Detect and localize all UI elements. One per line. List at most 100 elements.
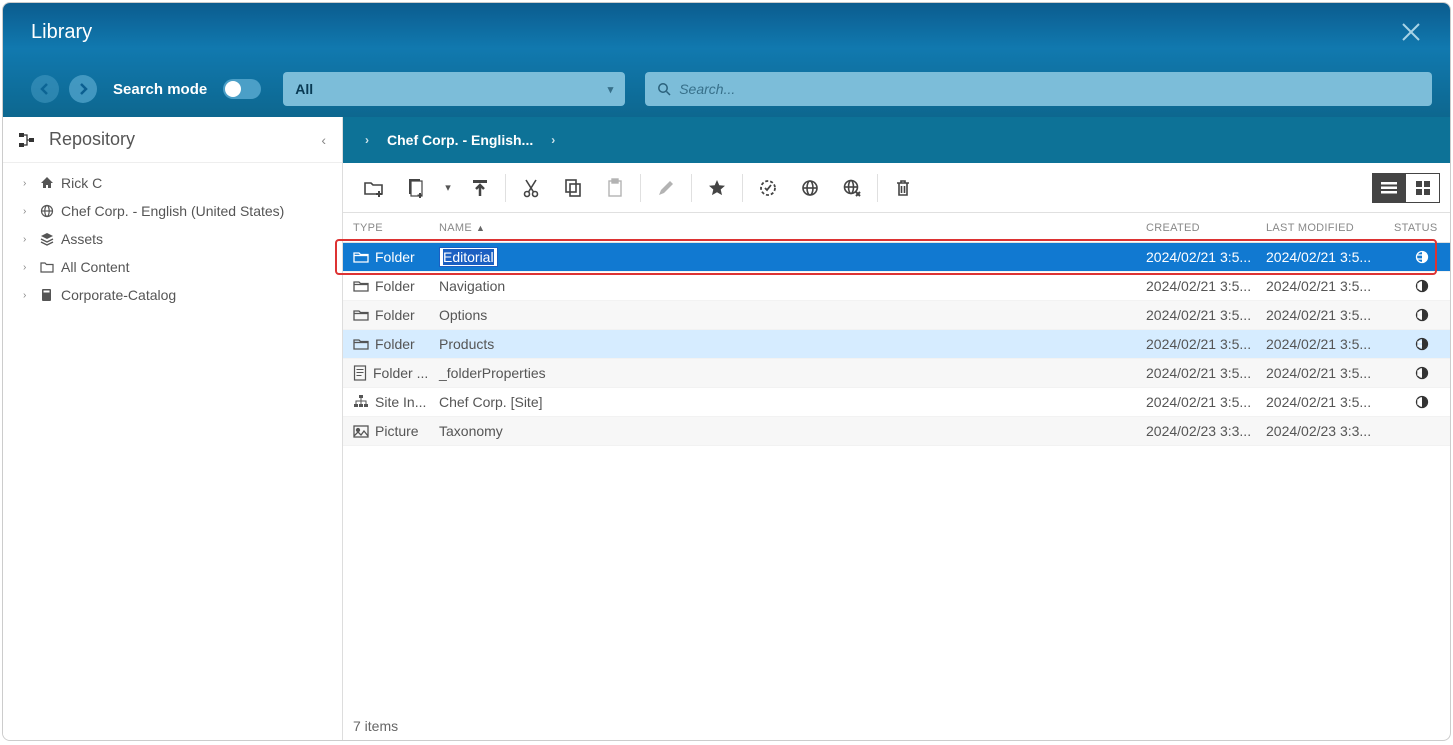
column-created[interactable]: CREATED — [1146, 222, 1266, 234]
approve-button[interactable] — [747, 170, 789, 206]
picture-icon — [353, 425, 369, 438]
publish-button[interactable] — [789, 170, 831, 206]
nav-forward-button[interactable] — [69, 75, 97, 103]
row-modified: 2024/02/23 3:3... — [1266, 423, 1394, 439]
row-type: Picture — [375, 423, 419, 439]
scope-dropdown[interactable]: All ▾ — [283, 72, 625, 106]
row-name: Options — [439, 307, 487, 323]
table-row[interactable]: Folder Editorial 2024/02/21 3:5...2024/02/… — [343, 243, 1450, 272]
bookmark-button[interactable] — [696, 170, 738, 206]
paste-button — [594, 170, 636, 206]
grid-view-button[interactable] — [1406, 173, 1440, 203]
chevron-right-icon: › — [23, 290, 33, 301]
nav-back-button[interactable] — [31, 75, 59, 103]
table-row[interactable]: FolderNavigation2024/02/21 3:5...2024/02… — [343, 272, 1450, 301]
tree-item[interactable]: ›Rick C — [3, 169, 342, 197]
search-mode-toggle[interactable] — [223, 79, 261, 99]
search-box[interactable] — [645, 72, 1432, 106]
site-icon — [353, 395, 369, 409]
tree-item-label: Rick C — [61, 175, 102, 191]
sort-asc-icon: ▲ — [476, 223, 485, 233]
sidebar-collapse-button[interactable]: ‹ — [317, 128, 330, 152]
status-icon — [1415, 337, 1429, 351]
chevron-right-icon: › — [23, 262, 33, 273]
column-type[interactable]: TYPE — [353, 222, 439, 234]
tree-item[interactable]: › Corporate-Catalog — [3, 281, 342, 309]
row-type: Site In... — [375, 394, 426, 410]
chevron-right-icon[interactable]: › — [551, 133, 555, 147]
withdraw-button[interactable] — [831, 170, 873, 206]
row-modified: 2024/02/21 3:5... — [1266, 278, 1394, 294]
folder-icon — [353, 279, 369, 293]
search-input[interactable] — [679, 81, 1420, 97]
book-icon — [39, 288, 55, 302]
tree-item[interactable]: › Chef Corp. - English (United States) — [3, 197, 342, 225]
library-window: Library Search mode All ▾ — [2, 2, 1451, 741]
tree-item-label: Corporate-Catalog — [61, 287, 176, 303]
row-modified: 2024/02/21 3:5... — [1266, 336, 1394, 352]
row-type: Folder ... — [373, 365, 428, 381]
row-created: 2024/02/23 3:3... — [1146, 423, 1266, 439]
chevron-right-icon: › — [23, 206, 33, 217]
close-button[interactable] — [1392, 17, 1430, 47]
tree-item-label: Chef Corp. - English (United States) — [61, 203, 284, 219]
header: Library Search mode All ▾ — [3, 3, 1450, 117]
column-name[interactable]: NAME ▲ — [439, 222, 1146, 234]
row-created: 2024/02/21 3:5... — [1146, 336, 1266, 352]
rename-input[interactable]: Editorial — [439, 247, 498, 267]
main: › Chef Corp. - English... › ▾ — [343, 117, 1450, 740]
row-type: Folder — [375, 336, 415, 352]
tree-item[interactable]: › All Content — [3, 253, 342, 281]
search-mode-label: Search mode — [113, 81, 207, 98]
row-created: 2024/02/21 3:5... — [1146, 278, 1266, 294]
column-status[interactable]: STATUS — [1394, 222, 1450, 234]
folder-icon — [353, 250, 369, 264]
new-document-dropdown[interactable]: ▾ — [437, 170, 459, 206]
table-row[interactable]: Folder ... _folderProperties 2024/02/21 3:… — [343, 359, 1450, 388]
row-type: Folder — [375, 249, 415, 265]
separator — [505, 174, 506, 202]
new-folder-button[interactable] — [353, 170, 395, 206]
row-created: 2024/02/21 3:5... — [1146, 249, 1266, 265]
column-modified[interactable]: LAST MODIFIED — [1266, 222, 1394, 234]
body: Repository ‹ ›Rick C›Chef Corp. - Englis… — [3, 117, 1450, 740]
separator — [640, 174, 641, 202]
list-view-button[interactable] — [1372, 173, 1406, 203]
table-row[interactable]: FolderOptions2024/02/21 3:5...2024/02/21… — [343, 301, 1450, 330]
table-row[interactable]: FolderProducts2024/02/21 3:5...2024/02/2… — [343, 330, 1450, 359]
item-count: 7 items — [353, 718, 398, 734]
page-title: Library — [31, 21, 92, 44]
delete-button[interactable] — [882, 170, 924, 206]
folder-icon — [353, 337, 369, 351]
status-icon — [1415, 366, 1429, 380]
chevron-down-icon: ▾ — [608, 83, 614, 96]
chevron-right-icon: › — [23, 234, 33, 245]
row-modified: 2024/02/21 3:5... — [1266, 249, 1394, 265]
header-top: Library — [3, 3, 1450, 61]
status-icon — [1415, 279, 1429, 293]
page-icon — [353, 365, 367, 381]
cut-button[interactable] — [510, 170, 552, 206]
row-type: Folder — [375, 307, 415, 323]
tree-item-label: All Content — [61, 259, 129, 275]
table-row[interactable]: PictureTaxonomy2024/02/23 3:3...2024/02/… — [343, 417, 1450, 446]
upload-button[interactable] — [459, 170, 501, 206]
separator — [691, 174, 692, 202]
row-type: Folder — [375, 278, 415, 294]
stack-icon — [39, 232, 55, 246]
tree-item[interactable]: ›Assets — [3, 225, 342, 253]
row-name: _folderProperties — [439, 365, 546, 381]
search-icon — [657, 82, 671, 96]
chevron-right-icon[interactable]: › — [365, 133, 369, 147]
breadcrumb: › Chef Corp. - English... › — [343, 117, 1450, 163]
copy-button[interactable] — [552, 170, 594, 206]
scope-dropdown-value: All — [295, 81, 313, 97]
breadcrumb-segment[interactable]: Chef Corp. - English... — [387, 132, 533, 148]
new-document-button[interactable] — [395, 170, 437, 206]
content-rows: FolderEditorial2024/02/21 3:5...2024/02/… — [343, 243, 1450, 446]
sidebar-header: Repository ‹ — [3, 117, 342, 163]
table-row[interactable]: Site In...Chef Corp. [Site]2024/02/21 3:… — [343, 388, 1450, 417]
edit-button — [645, 170, 687, 206]
row-created: 2024/02/21 3:5... — [1146, 365, 1266, 381]
status-icon — [1415, 250, 1429, 264]
